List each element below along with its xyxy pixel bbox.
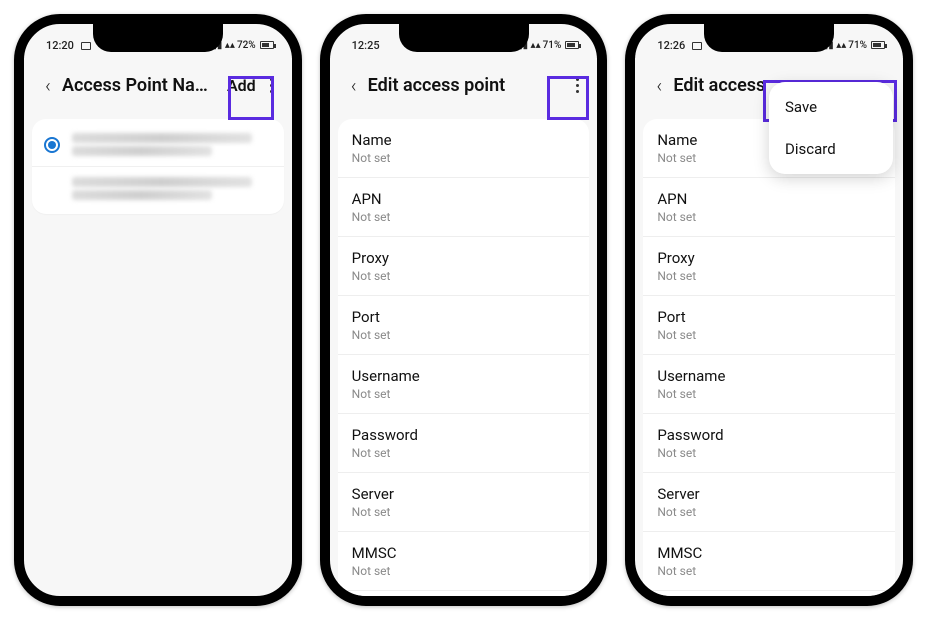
apn-item-label	[72, 177, 272, 200]
back-icon[interactable]: ‹	[34, 74, 62, 97]
menu-save[interactable]: Save	[769, 86, 893, 128]
phone-notch	[399, 22, 529, 52]
setting-value: Not set	[352, 328, 576, 342]
battery-percent: 72%	[237, 40, 256, 51]
page-title: Edit access point	[368, 75, 568, 96]
sms-icon	[692, 42, 702, 50]
setting-label: MMSC	[352, 544, 576, 562]
battery-percent: 71%	[543, 40, 562, 51]
battery-icon	[871, 41, 885, 49]
setting-server[interactable]: Server Not set	[643, 473, 895, 532]
screen-header: ‹ Access Point Nam… Add	[24, 58, 292, 113]
setting-proxy[interactable]: Proxy Not set	[338, 237, 590, 296]
setting-label: Port	[352, 308, 576, 326]
battery-percent: 71%	[848, 40, 867, 51]
radio-selected-icon[interactable]	[44, 137, 60, 153]
setting-label: MMSC	[657, 544, 881, 562]
setting-value: Not set	[352, 505, 576, 519]
apn-settings-list: Name Not set APN Not set Proxy Not set P…	[338, 119, 590, 606]
screen-header: ‹ Edit access point	[330, 58, 598, 113]
apn-settings-list: Name Not set APN Not set Proxy Not set P…	[643, 119, 895, 606]
setting-value: Not set	[352, 387, 576, 401]
setting-name[interactable]: Name Not set	[338, 119, 590, 178]
setting-label: Password	[657, 426, 881, 444]
setting-label: Username	[352, 367, 576, 385]
apn-list-item[interactable]	[32, 123, 284, 167]
more-menu-icon[interactable]	[262, 72, 282, 99]
apn-list-card	[32, 119, 284, 214]
status-time: 12:25	[352, 39, 380, 52]
setting-value: Not set	[352, 564, 576, 578]
setting-label: Password	[352, 426, 576, 444]
setting-value: Not set	[352, 210, 576, 224]
setting-value: Not set	[657, 446, 881, 460]
setting-value: Not set	[352, 269, 576, 283]
setting-apn[interactable]: APN Not set	[338, 178, 590, 237]
setting-label: MMS proxy	[657, 603, 881, 606]
setting-password[interactable]: Password Not set	[643, 414, 895, 473]
setting-proxy[interactable]: Proxy Not set	[643, 237, 895, 296]
setting-mmsc[interactable]: MMSC Not set	[338, 532, 590, 591]
setting-value: Not set	[657, 269, 881, 283]
phone-mockup-2: 12:25 ▮▯▮ ▴▴ 71% ‹ Edit access point Nam…	[320, 14, 608, 606]
setting-port[interactable]: Port Not set	[643, 296, 895, 355]
setting-value: Not set	[657, 564, 881, 578]
setting-label: APN	[657, 190, 881, 208]
setting-value: Not set	[657, 505, 881, 519]
battery-icon	[260, 41, 274, 49]
overflow-menu-popup: Save Discard	[769, 82, 893, 174]
setting-password[interactable]: Password Not set	[338, 414, 590, 473]
back-icon[interactable]: ‹	[340, 74, 368, 97]
setting-value: Not set	[657, 387, 881, 401]
phone-mockup-1: 12:20 ▮▯▮ ▴▴ 72% ‹ Access Point Nam… Add	[14, 14, 302, 606]
setting-value: Not set	[352, 151, 576, 165]
setting-label: MMS proxy	[352, 603, 576, 606]
setting-label: Proxy	[657, 249, 881, 267]
apn-list-item[interactable]	[32, 167, 284, 210]
phone-notch	[93, 22, 223, 52]
add-button[interactable]: Add	[221, 72, 262, 99]
phone-mockup-3: 12:26 ▮▯▮ ▴▴ 71% ‹ Edit access Save Disc…	[625, 14, 913, 606]
setting-label: Username	[657, 367, 881, 385]
sms-icon	[81, 42, 91, 50]
setting-mms-proxy[interactable]: MMS proxy Not set	[338, 591, 590, 606]
setting-port[interactable]: Port Not set	[338, 296, 590, 355]
status-time: 12:20	[46, 39, 74, 52]
setting-value: Not set	[657, 210, 881, 224]
status-time: 12:26	[657, 39, 685, 52]
phone-notch	[704, 22, 834, 52]
setting-label: Port	[657, 308, 881, 326]
setting-mmsc[interactable]: MMSC Not set	[643, 532, 895, 591]
setting-server[interactable]: Server Not set	[338, 473, 590, 532]
battery-icon	[565, 41, 579, 49]
setting-label: Server	[657, 485, 881, 503]
setting-value: Not set	[657, 328, 881, 342]
page-title: Access Point Nam…	[62, 75, 221, 96]
setting-label: Name	[352, 131, 576, 149]
setting-label: Proxy	[352, 249, 576, 267]
more-menu-icon[interactable]	[567, 72, 587, 99]
setting-apn[interactable]: APN Not set	[643, 178, 895, 237]
setting-value: Not set	[352, 446, 576, 460]
setting-username[interactable]: Username Not set	[643, 355, 895, 414]
setting-username[interactable]: Username Not set	[338, 355, 590, 414]
setting-mms-proxy[interactable]: MMS proxy Not set	[643, 591, 895, 606]
setting-label: Server	[352, 485, 576, 503]
setting-label: APN	[352, 190, 576, 208]
apn-item-label	[72, 133, 272, 156]
back-icon[interactable]: ‹	[645, 74, 673, 97]
menu-discard[interactable]: Discard	[769, 128, 893, 170]
